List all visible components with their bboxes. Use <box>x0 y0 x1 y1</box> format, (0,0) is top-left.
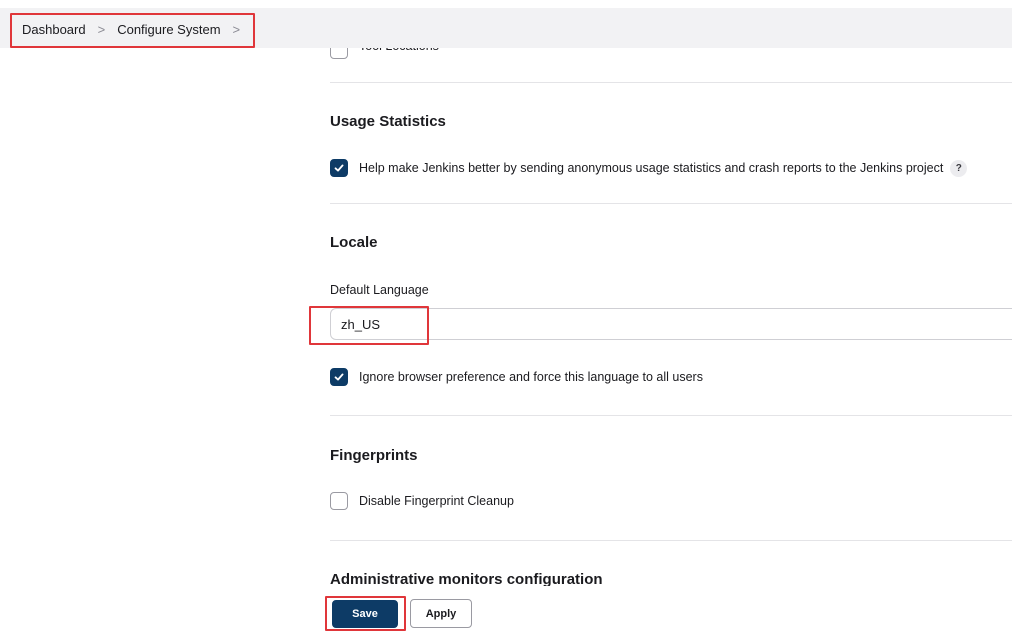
usage-statistics-row: Help make Jenkins better by sending anon… <box>330 159 968 177</box>
page: Dashboard > Configure System > Tool Loca… <box>0 0 1012 633</box>
divider <box>330 82 1012 83</box>
divider <box>330 203 1012 204</box>
breadcrumb-bar-overlay <box>255 8 1012 48</box>
save-button[interactable]: Save <box>332 600 398 628</box>
usage-statistics-checkbox[interactable] <box>330 159 348 177</box>
section-title-fingerprints: Fingerprints <box>330 447 418 464</box>
default-language-input[interactable] <box>330 308 1012 340</box>
fingerprint-cleanup-checkbox[interactable] <box>330 492 348 510</box>
breadcrumb-separator[interactable]: > <box>233 22 241 37</box>
fingerprint-cleanup-row: Disable Fingerprint Cleanup <box>330 492 514 510</box>
bottom-app-bar <box>0 586 1012 633</box>
help-icon[interactable]: ? <box>950 159 968 177</box>
divider <box>330 415 1012 416</box>
usage-statistics-label: Help make Jenkins better by sending anon… <box>359 161 944 175</box>
check-icon <box>334 373 344 381</box>
breadcrumb-item-configure-system[interactable]: Configure System <box>117 22 220 37</box>
ignore-browser-checkbox[interactable] <box>330 368 348 386</box>
ignore-browser-label: Ignore browser preference and force this… <box>359 370 703 384</box>
breadcrumb: Dashboard > Configure System > <box>11 12 254 46</box>
section-title-usage-statistics: Usage Statistics <box>330 113 446 130</box>
default-language-label: Default Language <box>330 283 429 297</box>
breadcrumb-item-dashboard[interactable]: Dashboard <box>22 22 86 37</box>
ignore-browser-row: Ignore browser preference and force this… <box>330 368 703 386</box>
divider <box>330 540 1012 541</box>
fingerprint-cleanup-label: Disable Fingerprint Cleanup <box>359 494 514 508</box>
apply-button[interactable]: Apply <box>410 599 472 628</box>
breadcrumb-separator: > <box>97 21 106 37</box>
check-icon <box>334 164 344 172</box>
section-title-locale: Locale <box>330 234 378 251</box>
